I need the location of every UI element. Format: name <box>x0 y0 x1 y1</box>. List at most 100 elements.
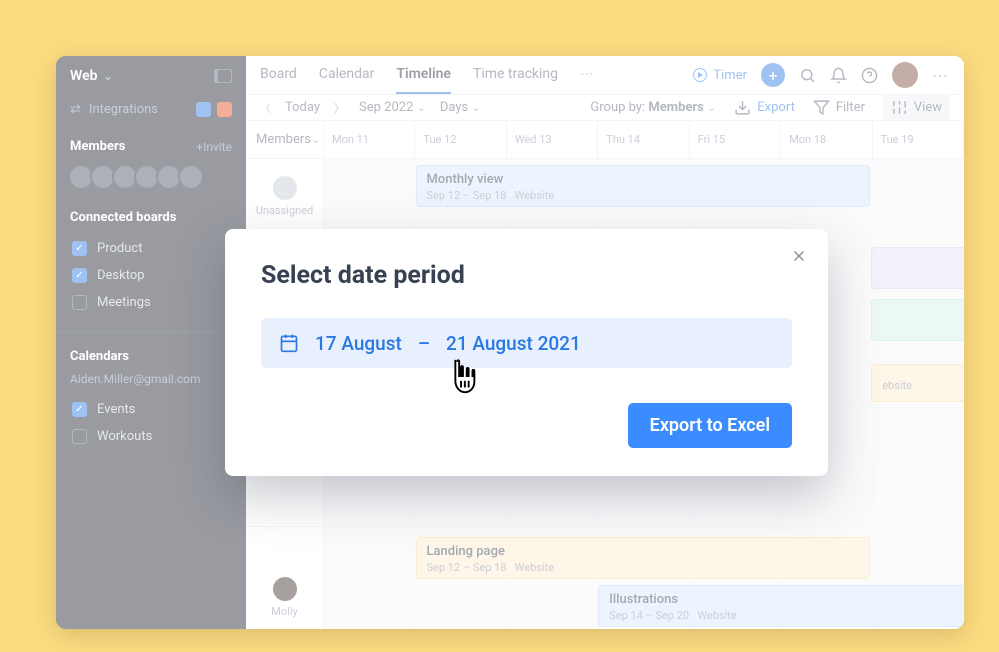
calendar-account: Aiden.Miller@gmail.com <box>56 370 246 392</box>
help-icon[interactable] <box>861 67 878 84</box>
task-bar[interactable] <box>871 299 964 341</box>
date-end: 21 August 2021 <box>446 332 581 355</box>
avatar <box>273 176 297 200</box>
members-column-header[interactable]: Members ⌄ <box>246 121 323 159</box>
sidebar-item-integrations[interactable]: ⇄ Integrations <box>56 96 246 129</box>
day-header: Wed 13 <box>507 121 598 158</box>
chevron-down-icon: ⌄ <box>104 70 113 83</box>
tab-time-tracking[interactable]: Time tracking <box>473 56 558 94</box>
board-label: Product <box>97 241 142 256</box>
export-to-excel-button[interactable]: Export to Excel <box>628 403 792 448</box>
invite-button[interactable]: +Invite <box>196 140 232 154</box>
bell-icon[interactable] <box>830 67 847 84</box>
task-bar[interactable]: Illustrations Sep 14 – Sep 20 Website <box>598 585 964 627</box>
groupby-picker[interactable]: Group by: Members ⌄ <box>590 100 716 115</box>
task-bar[interactable] <box>871 247 964 289</box>
filter-button[interactable]: Filter <box>813 99 865 116</box>
divider <box>56 332 246 333</box>
export-date-modal: Select date period 17 August – 21 August… <box>225 229 828 476</box>
task-bar[interactable]: ebsite <box>871 364 964 402</box>
day-header: Mon 18 <box>781 121 872 158</box>
member-name: Unassigned <box>256 204 314 217</box>
checkbox-icon[interactable] <box>72 268 87 283</box>
unit-label: Days <box>440 100 468 115</box>
sidebar-calendar-workouts[interactable]: Workouts <box>64 423 238 450</box>
tab-more-icon[interactable]: ⋯ <box>580 56 596 94</box>
avatar <box>273 577 297 601</box>
integrations-label: Integrations <box>89 102 158 117</box>
pointer-cursor-icon <box>446 358 478 396</box>
calendar-label: Workouts <box>97 429 152 444</box>
play-icon <box>693 68 707 82</box>
chevron-down-icon: ⌄ <box>471 101 480 114</box>
add-button[interactable]: + <box>761 63 785 87</box>
export-button[interactable]: Export <box>734 99 795 116</box>
board-label: Meetings <box>97 295 151 310</box>
checkbox-icon[interactable] <box>72 295 87 310</box>
task-title: Illustrations <box>609 592 964 607</box>
modal-title: Select date period <box>261 261 792 290</box>
checkbox-icon[interactable] <box>72 429 87 444</box>
sliders-icon <box>891 99 908 116</box>
sidebar-board-meetings[interactable]: Meetings <box>64 289 238 316</box>
workspace-switcher[interactable]: Web ⌄ <box>70 68 113 84</box>
day-header: Tue 12 <box>415 121 506 158</box>
timeline-toolbar: 〈 Today 〉 Sep 2022 ⌄ Days ⌄ Group by: Me… <box>246 95 964 121</box>
checkbox-icon[interactable] <box>72 402 87 417</box>
chevron-down-icon: ⌄ <box>707 101 716 114</box>
user-avatar[interactable] <box>892 62 918 88</box>
tab-calendar[interactable]: Calendar <box>319 56 375 94</box>
top-nav: Board Calendar Timeline Time tracking ⋯ … <box>246 56 964 95</box>
date-range-field[interactable]: 17 August – 21 August 2021 <box>261 318 792 368</box>
calendars-header: Calendars <box>70 349 129 364</box>
members-header: Members <box>70 139 125 154</box>
calendar-label: Events <box>97 402 135 417</box>
view-button[interactable]: View <box>883 95 950 120</box>
connected-boards-header: Connected boards <box>70 210 176 225</box>
task-bar[interactable]: Monthly view Sep 12 – Sep 18 Website <box>416 165 870 207</box>
sidebar: Web ⌄ ⇄ Integrations Members +Invite Co <box>56 56 246 629</box>
timer-button[interactable]: Timer <box>693 68 747 83</box>
day-header: Thu 14 <box>598 121 689 158</box>
google-calendar-icon <box>196 102 211 117</box>
checkbox-icon[interactable] <box>72 241 87 256</box>
period-picker[interactable]: Sep 2022 ⌄ <box>359 100 426 115</box>
period-label: Sep 2022 <box>359 100 413 115</box>
sidebar-board-product[interactable]: Product <box>64 235 238 262</box>
next-period-icon[interactable]: 〉 <box>334 100 345 116</box>
filter-icon <box>813 99 830 116</box>
tab-board[interactable]: Board <box>260 56 297 94</box>
workspace-name: Web <box>70 68 98 84</box>
office-365-icon <box>217 102 232 117</box>
unit-picker[interactable]: Days ⌄ <box>440 100 481 115</box>
task-bar[interactable]: Landing page Sep 12 – Sep 18 Website <box>416 537 870 579</box>
today-button[interactable]: Today <box>285 100 320 115</box>
chevron-down-icon: ⌄ <box>417 101 426 114</box>
close-icon[interactable] <box>790 247 808 265</box>
timer-label: Timer <box>713 68 747 83</box>
collapse-sidebar-icon[interactable] <box>214 69 232 83</box>
filter-label: Filter <box>836 100 865 115</box>
more-icon[interactable]: ⋯ <box>932 66 950 85</box>
task-title: Landing page <box>427 544 859 559</box>
member-row-molly[interactable]: Molly <box>246 527 323 629</box>
prev-period-icon[interactable]: 〈 <box>260 100 271 116</box>
board-label: Desktop <box>97 268 145 283</box>
sidebar-board-desktop[interactable]: Desktop <box>64 262 238 289</box>
export-label: Export <box>757 100 795 115</box>
sidebar-calendar-events[interactable]: Events <box>64 396 238 423</box>
groupby-prefix: Group by: <box>590 100 645 115</box>
day-header: Fri 15 <box>690 121 781 158</box>
chevron-down-icon: ⌄ <box>311 133 320 146</box>
task-title: Monthly view <box>427 172 859 187</box>
calendar-icon <box>279 333 299 353</box>
day-header: Mon 11 <box>324 121 415 158</box>
view-label: View <box>914 100 942 115</box>
member-name: Molly <box>271 605 297 618</box>
member-row-unassigned[interactable]: Unassigned <box>246 159 323 235</box>
search-icon[interactable] <box>799 67 816 84</box>
day-header: Tue 19 <box>873 121 964 158</box>
avatar[interactable] <box>178 164 204 190</box>
date-separator: – <box>418 332 430 355</box>
tab-timeline[interactable]: Timeline <box>396 56 451 94</box>
